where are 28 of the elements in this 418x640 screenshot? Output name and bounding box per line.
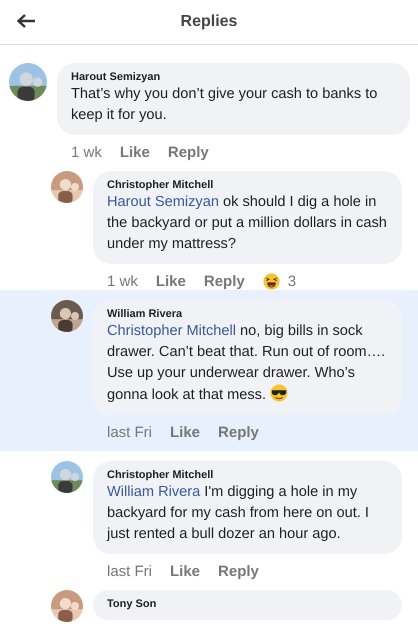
- laughing-emoji-icon: [262, 273, 280, 290]
- reaction-count: 3: [288, 273, 296, 290]
- mention-link[interactable]: William Rivera: [107, 484, 200, 500]
- comment-author[interactable]: Christopher Mitchell: [107, 179, 390, 191]
- like-button[interactable]: Like: [170, 424, 200, 441]
- reply-button[interactable]: Reply: [218, 563, 259, 580]
- reply-button[interactable]: Reply: [168, 144, 209, 161]
- like-button[interactable]: Like: [156, 273, 186, 290]
- reply-button[interactable]: Reply: [218, 424, 259, 441]
- mention-link[interactable]: Christopher Mitchell: [107, 323, 236, 339]
- page-title: Replies: [180, 13, 238, 31]
- comment-time: last Fri: [107, 563, 152, 580]
- comment-time: 1 wk: [107, 273, 138, 290]
- like-button[interactable]: Like: [120, 144, 150, 161]
- comment-text: Christopher Mitchell no, big bills in sock drawer. Can’t beat that. Run out of room…. Use up your underwear drawer. Who’s gonna look at that mess.: [107, 322, 386, 405]
- comment-time: last Fri: [107, 424, 152, 441]
- mention-link[interactable]: Harout Semizyan: [107, 194, 219, 210]
- comment-text: That’s why you don’t give your cash to banks to keep it for you.: [71, 85, 378, 125]
- comment-author[interactable]: Tony Son: [107, 598, 390, 610]
- like-button[interactable]: Like: [170, 563, 200, 580]
- comment-author[interactable]: William Rivera: [107, 308, 390, 320]
- comment-author[interactable]: Christopher Mitchell: [107, 469, 390, 481]
- comment-author[interactable]: Harout Semizyan: [71, 71, 398, 83]
- comment-text: William Rivera I'm digging a hole in my backyard for my cash from here on out. I just rented a bull dozer an hour ago.: [107, 483, 370, 544]
- comment-text: Harout Semizyan ok should I dig a hole in the backyard or put a million dollars in cash under my mattress?: [107, 193, 388, 254]
- reply-button[interactable]: Reply: [204, 273, 245, 290]
- back-arrow-icon[interactable]: [16, 13, 36, 29]
- comment-time: 1 wk: [71, 144, 102, 161]
